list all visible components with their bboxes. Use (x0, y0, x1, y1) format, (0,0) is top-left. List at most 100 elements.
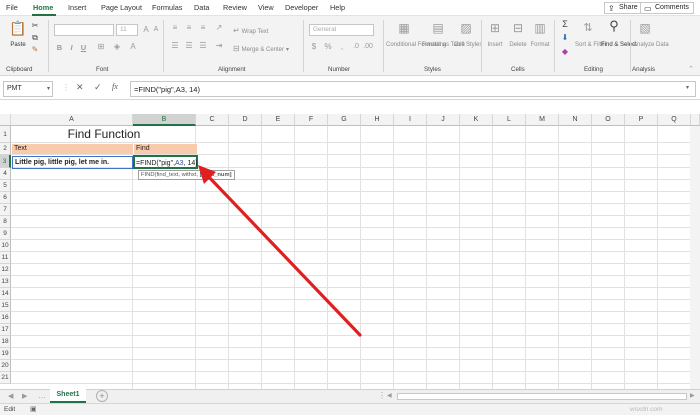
tab-page-layout[interactable]: Page Layout (101, 3, 142, 12)
comments-button[interactable]: ▭ Comments (640, 2, 694, 14)
conditional-formatting-button[interactable]: ▦ Conditional Formatting (386, 20, 446, 64)
percent-icon[interactable]: % (323, 41, 333, 53)
font-name-select[interactable] (54, 24, 114, 36)
editing-group-label: Editing (584, 66, 603, 73)
tab-formulas[interactable]: Formulas (152, 3, 182, 12)
merge-center-button[interactable]: ⊟ Merge & Center ▾ (233, 43, 289, 55)
split-handle-icon[interactable]: ⋮ (378, 391, 386, 400)
name-box[interactable]: PMT ▾ (3, 81, 53, 97)
scroll-right-icon[interactable]: ▶ (690, 392, 695, 399)
format-cells-button[interactable]: ▥ Format (529, 20, 551, 64)
analysis-group-label: Analysis (632, 66, 656, 73)
group-divider (630, 20, 631, 72)
insert-cells-button[interactable]: ⊞ Insert (484, 20, 506, 64)
more-options-icon: ⋮ (62, 83, 70, 92)
comma-style-icon[interactable]: , (337, 41, 347, 53)
decrease-font-icon[interactable]: A (151, 24, 161, 36)
copy-icon[interactable]: ⧉ (30, 32, 40, 44)
share-icon: ⇪ (608, 4, 615, 13)
tab-data[interactable]: Data (194, 3, 209, 12)
delete-cells-button[interactable]: ⊟ Delete (507, 20, 529, 64)
italic-button[interactable]: I (67, 43, 76, 52)
group-divider (48, 20, 49, 72)
sheet-tab-bar: ◀ ▶ … Sheet1 + ⋮ ◀ ▶ (0, 389, 700, 403)
next-sheet-icon[interactable]: ▶ (22, 392, 27, 400)
expand-formula-icon[interactable]: ▾ (686, 84, 689, 91)
sort-filter-button[interactable]: ⇅ Sort & Filter (575, 20, 607, 64)
clipboard-group-label: Clipboard (6, 66, 33, 73)
status-bar: Edit ▣ wsxdn.com (0, 403, 700, 415)
cancel-icon[interactable]: ✕ (76, 82, 84, 93)
tab-developer[interactable]: Developer (285, 3, 318, 12)
align-right-icon[interactable]: ☰ (198, 40, 208, 52)
sort-filter-icon: ⇅ (583, 22, 593, 34)
formula-input[interactable]: =FIND("pig",A3, 14) (130, 81, 696, 97)
horizontal-scrollbar[interactable] (397, 393, 687, 400)
currency-icon[interactable]: $ (309, 41, 319, 53)
paste-button[interactable]: 📋 Paste (4, 20, 32, 50)
tab-view[interactable]: View (258, 3, 274, 12)
status-mode: Edit (4, 406, 16, 413)
menu-bar: File Home Insert Page Layout Formulas Da… (0, 0, 700, 16)
fill-icon[interactable]: ⬇ (560, 32, 570, 44)
font-size-select[interactable]: 11 (116, 24, 138, 36)
scroll-left-icon[interactable]: ◀ (387, 392, 392, 399)
number-format-select[interactable]: General (309, 24, 374, 36)
tab-insert[interactable]: Insert (68, 3, 86, 12)
conditional-formatting-icon: ▦ (398, 21, 410, 35)
group-divider (481, 20, 482, 72)
bold-button[interactable]: B (55, 43, 64, 52)
increase-decimal-icon[interactable]: .0 (351, 41, 361, 53)
formula-bar: PMT ▾ ⋮ ✕ ✓ fx =FIND("pig",A3, 14) ▾ (0, 78, 700, 100)
analyze-data-icon: ▧ (639, 21, 651, 35)
magnifier-icon: ⚲ (609, 18, 619, 33)
tab-help[interactable]: Help (330, 3, 345, 12)
cell-styles-button[interactable]: ▨ Cell Styles (454, 20, 482, 64)
analyze-data-button[interactable]: ▧ Analyze Data (633, 20, 669, 64)
indent-icon[interactable]: ⇥ (214, 40, 224, 52)
borders-icon[interactable]: ⊞ (96, 41, 106, 53)
fill-color-icon[interactable]: ◈ (112, 41, 122, 53)
watermark: wsxdn.com (630, 406, 663, 413)
font-color-icon[interactable]: A (128, 41, 138, 53)
wrap-text-button[interactable]: ↵ Wrap Text (233, 25, 268, 37)
group-divider (554, 20, 555, 72)
cut-icon[interactable]: ✂ (30, 20, 40, 32)
worksheet-grid: ABCDEFGHIJKLMNOPQ 1 2 3 4 5 6 7 8 9 10 11 12 13 14 15 1… (0, 114, 700, 389)
insert-function-icon[interactable]: fx (112, 82, 118, 91)
find-select-button[interactable]: ⚲ Find & Select (601, 18, 637, 64)
number-group-label: Number (328, 66, 351, 73)
add-sheet-icon[interactable]: + (96, 390, 108, 402)
align-top-icon[interactable]: ≡ (170, 22, 180, 34)
merge-icon: ⊟ (233, 44, 240, 53)
tab-review[interactable]: Review (223, 3, 247, 12)
format-painter-icon[interactable]: ✎ (30, 44, 40, 56)
increase-font-icon[interactable]: A (141, 24, 151, 36)
styles-group-label: Styles (424, 66, 441, 73)
format-cells-icon: ▥ (534, 21, 546, 35)
decrease-decimal-icon[interactable]: .00 (363, 41, 373, 53)
format-as-table-button[interactable]: ▤ Format as Table (422, 20, 465, 64)
tab-home[interactable]: Home (33, 3, 53, 12)
align-center-icon[interactable]: ☰ (184, 40, 194, 52)
more-sheets-icon[interactable]: … (38, 391, 46, 400)
annotation-arrow (198, 165, 362, 337)
enter-icon[interactable]: ✓ (94, 82, 102, 93)
prev-sheet-icon[interactable]: ◀ (8, 392, 13, 400)
orientation-icon[interactable]: ↗ (214, 22, 224, 34)
align-middle-icon[interactable]: ≡ (184, 22, 194, 34)
font-group-label: Font (96, 66, 109, 73)
clear-icon[interactable]: ◆ (560, 46, 570, 58)
sheet-tab-sheet1[interactable]: Sheet1 (50, 389, 86, 403)
collapse-ribbon-icon[interactable]: ⌃ (686, 64, 696, 76)
autosum-icon[interactable]: Σ (560, 18, 570, 30)
align-left-icon[interactable]: ☰ (170, 40, 180, 52)
alignment-group-label: Alignment (218, 66, 246, 73)
underline-button[interactable]: U (79, 43, 88, 52)
align-bottom-icon[interactable]: ≡ (198, 22, 208, 34)
share-button[interactable]: ⇪ Share (604, 2, 643, 14)
macro-record-icon[interactable]: ▣ (30, 405, 37, 413)
wrap-text-icon: ↵ (233, 26, 240, 35)
cell-styles-icon: ▨ (460, 21, 472, 35)
tab-file[interactable]: File (6, 3, 18, 12)
